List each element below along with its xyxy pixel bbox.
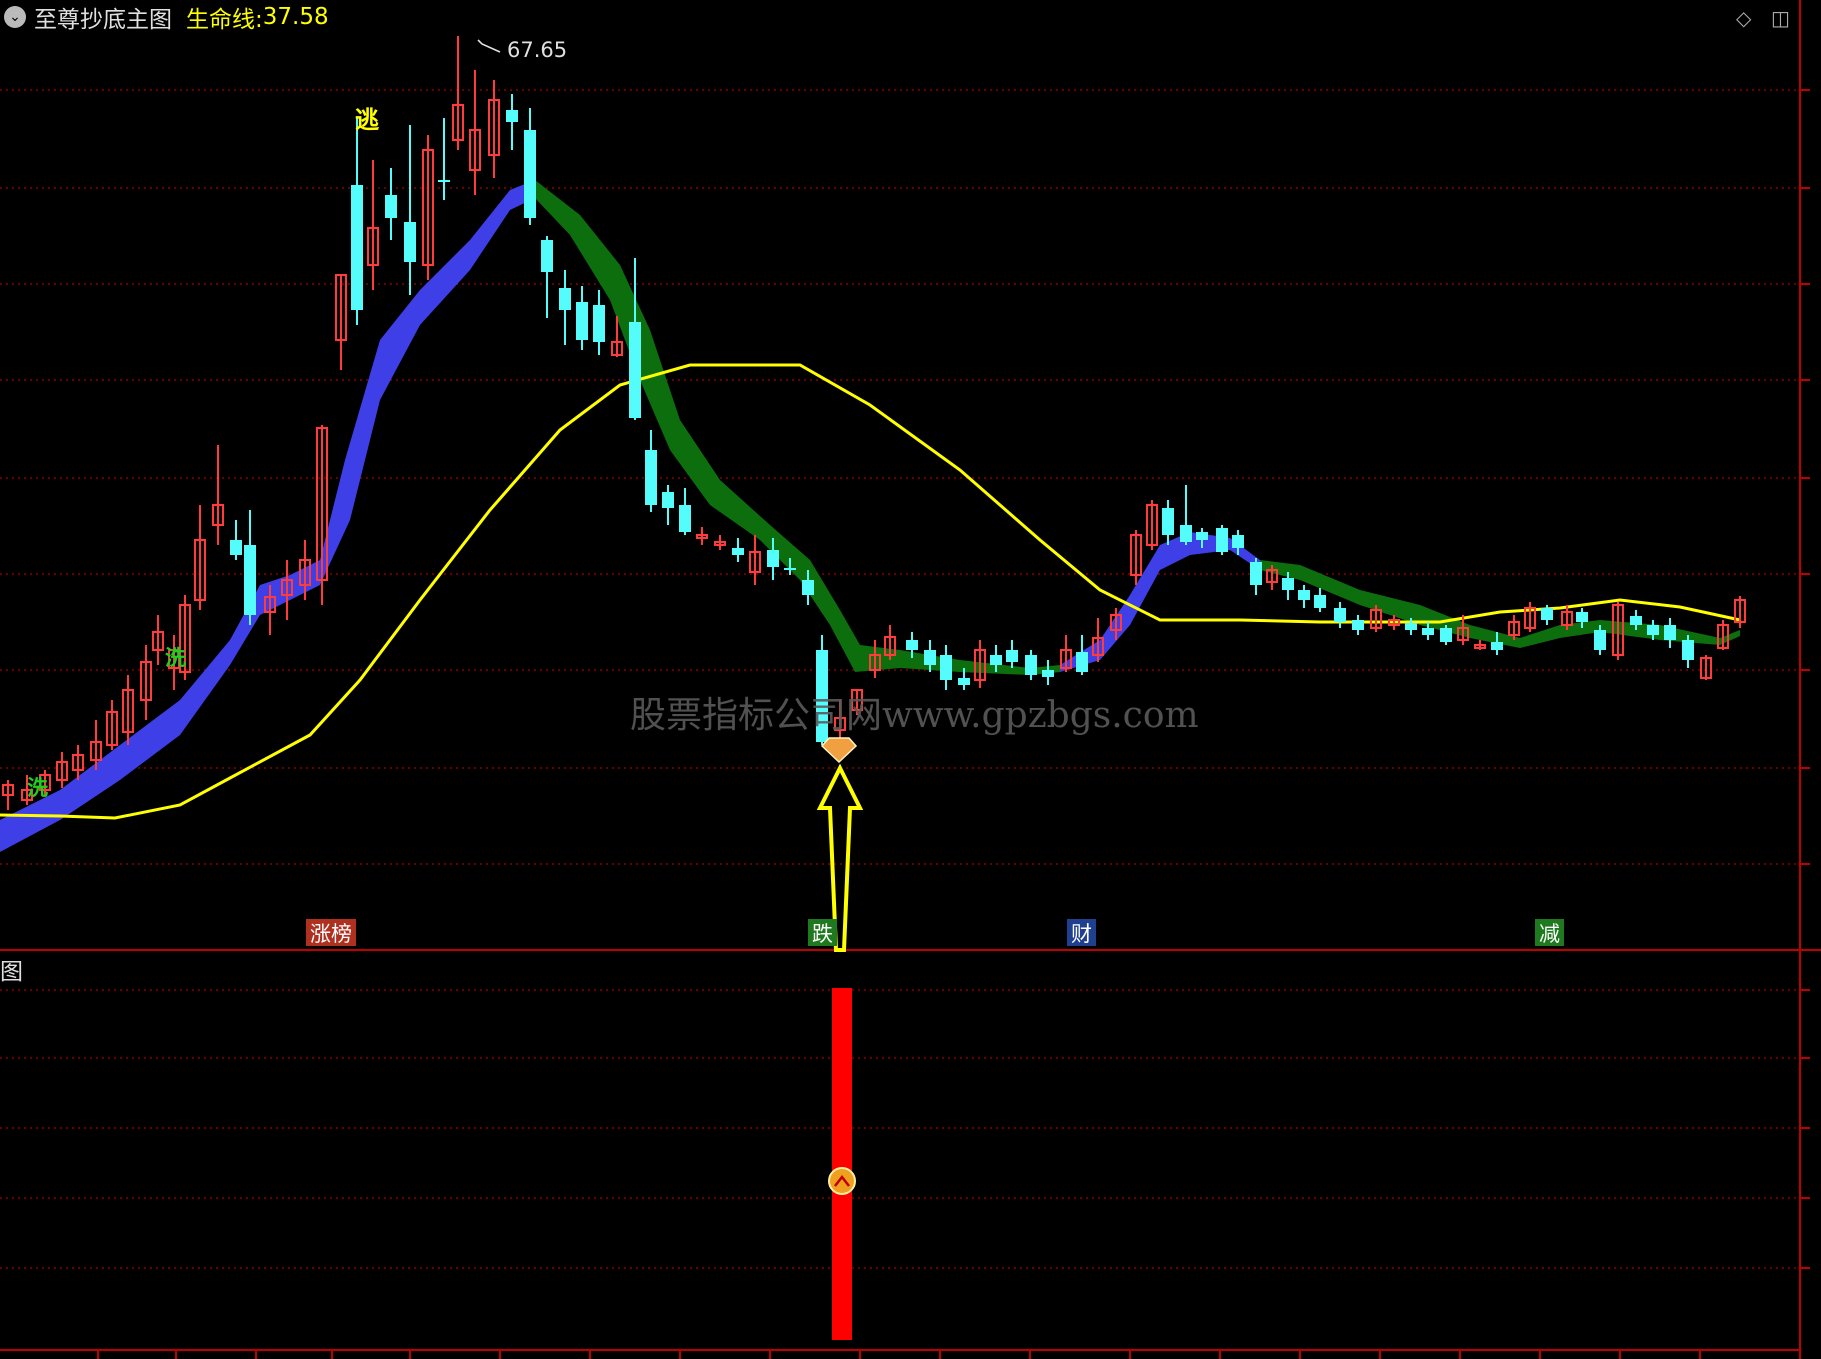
indicator-title: 至尊抄底主图 [34, 7, 172, 33]
event-tag-cai[interactable]: 财 [1067, 919, 1096, 946]
candle-body [1664, 625, 1676, 640]
candle-body [924, 650, 936, 665]
candle-body [1162, 508, 1174, 535]
candle-body [940, 655, 952, 680]
signal-volume-bar [832, 988, 852, 1340]
band-up [0, 180, 535, 852]
candle-body [767, 550, 779, 567]
event-tag-label: 财 [1071, 921, 1092, 946]
candle-body [958, 678, 970, 685]
candle-body [906, 640, 918, 650]
candle-body [1076, 652, 1088, 672]
trend-band [0, 180, 1740, 852]
candle-body [1647, 625, 1659, 635]
candle-body [576, 302, 588, 340]
candle-body [1298, 590, 1310, 600]
diamond-gem-icon [820, 737, 858, 764]
candle-body [1405, 623, 1417, 630]
lifeline-value: 37.58 [262, 4, 329, 30]
event-tag-label: 涨榜 [310, 921, 352, 946]
candle-body [1180, 525, 1192, 542]
escape-signal: 逃 [355, 106, 379, 134]
candle-body [1422, 628, 1434, 635]
candle-body [230, 540, 242, 555]
event-tag-label: 减 [1539, 921, 1560, 946]
wash-signal: 洗 [165, 646, 186, 670]
candle-body [990, 655, 1002, 665]
candle-body [1006, 650, 1018, 662]
candle-body [385, 195, 397, 218]
collapse-icon[interactable]: ⌄ [4, 6, 26, 28]
chart-header: ⌄ 至尊抄底主图 生命线: 37.58 [0, 0, 329, 34]
candle-body [1491, 642, 1503, 650]
candle-body [1196, 532, 1208, 540]
candle-body [404, 222, 416, 262]
candle-body [1682, 640, 1694, 660]
candle-body [1314, 595, 1326, 608]
candle-body [1250, 562, 1262, 585]
candle-body [438, 180, 450, 182]
watermark: 股票指标公司网www.gpzbgs.com [630, 695, 1199, 736]
band-up [1060, 532, 1260, 672]
candle-body [1025, 655, 1037, 675]
candle-body [1576, 612, 1588, 622]
up-chevron-icon [828, 1167, 856, 1195]
candle-body [1541, 608, 1553, 620]
lifeline-label: 生命线: [186, 7, 263, 33]
kline-chart[interactable] [0, 0, 1821, 1359]
candle-body [784, 568, 796, 570]
candle-body [593, 305, 605, 342]
candle-body [1352, 620, 1364, 630]
candle-body [802, 580, 814, 595]
candle-body [1630, 616, 1642, 625]
candle-body [679, 505, 691, 532]
event-tag-jian[interactable]: 减 [1535, 919, 1564, 946]
candle-body [1282, 578, 1294, 590]
wash-signal: 洗 [27, 776, 48, 800]
high-flag [477, 39, 501, 53]
candle-body [524, 130, 536, 218]
candle-body [732, 548, 744, 555]
candle-body [662, 492, 674, 508]
window-icon[interactable]: ◫ [1771, 6, 1790, 30]
price-high-label: 67.65 [507, 38, 568, 62]
candle-body [1042, 670, 1054, 677]
event-tag-zhangbang[interactable]: 涨榜 [306, 919, 356, 946]
candle-body [541, 240, 553, 272]
candle-body [1440, 628, 1452, 642]
event-tag-die[interactable]: 跌 [808, 919, 837, 946]
sub-panel-label: 图 [0, 959, 23, 985]
diamond-icon[interactable]: ◇ [1736, 6, 1751, 30]
candle-body [1594, 630, 1606, 650]
candle-body [559, 288, 571, 310]
candle-body [351, 185, 363, 310]
candle-body [1216, 528, 1228, 552]
band-down [535, 180, 1060, 675]
candle-body [1334, 608, 1346, 622]
candle-body [244, 545, 256, 615]
candle-body [506, 110, 518, 122]
price-grid [0, 0, 1821, 1359]
candle-body [645, 450, 657, 505]
candle-body [1232, 535, 1244, 548]
candle-body [629, 322, 641, 418]
event-tag-label: 跌 [812, 921, 833, 946]
